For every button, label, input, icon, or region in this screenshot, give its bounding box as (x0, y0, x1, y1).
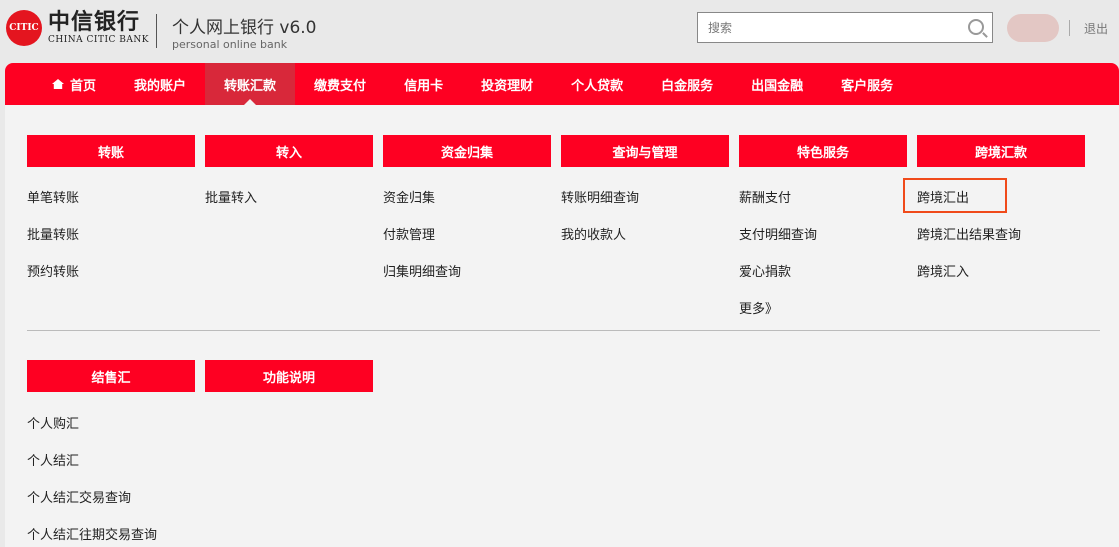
menu-item[interactable]: 支付明细查询 (739, 224, 817, 243)
avatar[interactable] (1007, 14, 1059, 42)
nav-item-label: 首页 (70, 78, 97, 94)
nav-item-label: 我的账户 (134, 78, 187, 94)
menu-item[interactable]: 预约转账 (27, 261, 79, 280)
nav-item-0[interactable]: 首页 (33, 63, 115, 105)
bank-logo[interactable]: CITIC 中信银行 CHINA CITIC BANK (6, 10, 149, 46)
menu-item[interactable]: 个人购汇 (27, 413, 79, 432)
menu-item[interactable]: 爱心捐款 (739, 261, 791, 280)
app-subtitle: personal online bank (172, 38, 288, 51)
nav-item-label: 客户服务 (841, 78, 894, 94)
citic-logo-icon: CITIC (6, 10, 42, 46)
menu-item[interactable]: 批量转账 (27, 224, 79, 243)
menu-header-2-0[interactable]: 结售汇 (27, 360, 195, 392)
menu-item[interactable]: 单笔转账 (27, 187, 79, 206)
dropdown-menu-panel: 转账 单笔转账 批量转账 预约转账 转入 批量转入 资金归集 资金归集 付款管理 归集明细查询 查询… (5, 105, 1119, 547)
nav-item-7[interactable]: 白金服务 (642, 63, 732, 105)
divider (156, 14, 157, 48)
menu-item[interactable]: 个人结汇交易查询 (27, 487, 131, 506)
nav-item-label: 缴费支付 (314, 78, 367, 94)
nav-item-6[interactable]: 个人贷款 (552, 63, 642, 105)
divider (1069, 20, 1070, 36)
menu-header-5[interactable]: 跨境汇款 (917, 135, 1085, 167)
nav-item-2[interactable]: 转账汇款 (205, 63, 296, 105)
menu-header-1[interactable]: 转入 (205, 135, 373, 167)
nav-item-label: 个人贷款 (571, 78, 624, 94)
search-input[interactable]: 搜索 (697, 12, 993, 43)
nav-item-9[interactable]: 客户服务 (822, 63, 912, 105)
menu-item[interactable]: 我的收款人 (561, 224, 626, 243)
nav-item-label: 白金服务 (661, 78, 714, 94)
nav-item-4[interactable]: 信用卡 (385, 63, 462, 105)
menu-item[interactable]: 资金归集 (383, 187, 435, 206)
menu-item[interactable]: 薪酬支付 (739, 187, 791, 206)
menu-header-2-1[interactable]: 功能说明 (205, 360, 373, 392)
menu-item[interactable]: 跨境汇出结果查询 (917, 224, 1021, 243)
nav-item-5[interactable]: 投资理财 (462, 63, 552, 105)
logout-link[interactable]: 退出 (1084, 20, 1108, 37)
menu-item[interactable]: 付款管理 (383, 224, 435, 243)
main-nav: 首页 我的账户 转账汇款 缴费支付 信用卡 投资理财 个人贷款 白金服务 出国金融 客户服务 (5, 63, 1119, 105)
nav-item-label: 信用卡 (404, 78, 444, 94)
nav-item-1[interactable]: 我的账户 (115, 63, 205, 105)
home-icon (52, 79, 64, 89)
menu-item[interactable]: 归集明细查询 (383, 261, 461, 280)
menu-item[interactable]: 跨境汇入 (917, 261, 969, 280)
logo-chinese: 中信银行 (48, 10, 141, 35)
menu-item[interactable]: 批量转入 (205, 187, 257, 206)
menu-item[interactable]: 转账明细查询 (561, 187, 639, 206)
menu-header-2[interactable]: 资金归集 (383, 135, 551, 167)
menu-header-0[interactable]: 转账 (27, 135, 195, 167)
nav-item-3[interactable]: 缴费支付 (295, 63, 385, 105)
search-icon[interactable] (968, 19, 984, 35)
menu-header-3[interactable]: 查询与管理 (561, 135, 729, 167)
nav-item-label: 投资理财 (481, 78, 534, 94)
menu-item[interactable]: 个人结汇往期交易查询 (27, 524, 157, 543)
nav-item-8[interactable]: 出国金融 (732, 63, 822, 105)
menu-header-4[interactable]: 特色服务 (739, 135, 907, 167)
search-placeholder: 搜索 (708, 21, 733, 35)
nav-item-label: 转账汇款 (224, 78, 277, 94)
menu-item[interactable]: 跨境汇出 (917, 187, 969, 206)
menu-item[interactable]: 更多》 (739, 298, 778, 317)
menu-item[interactable]: 个人结汇 (27, 450, 79, 469)
menu-divider (27, 330, 1100, 331)
nav-item-label: 出国金融 (751, 78, 804, 94)
logo-english: CHINA CITIC BANK (48, 35, 149, 45)
app-title: 个人网上银行 v6.0 (172, 18, 317, 38)
